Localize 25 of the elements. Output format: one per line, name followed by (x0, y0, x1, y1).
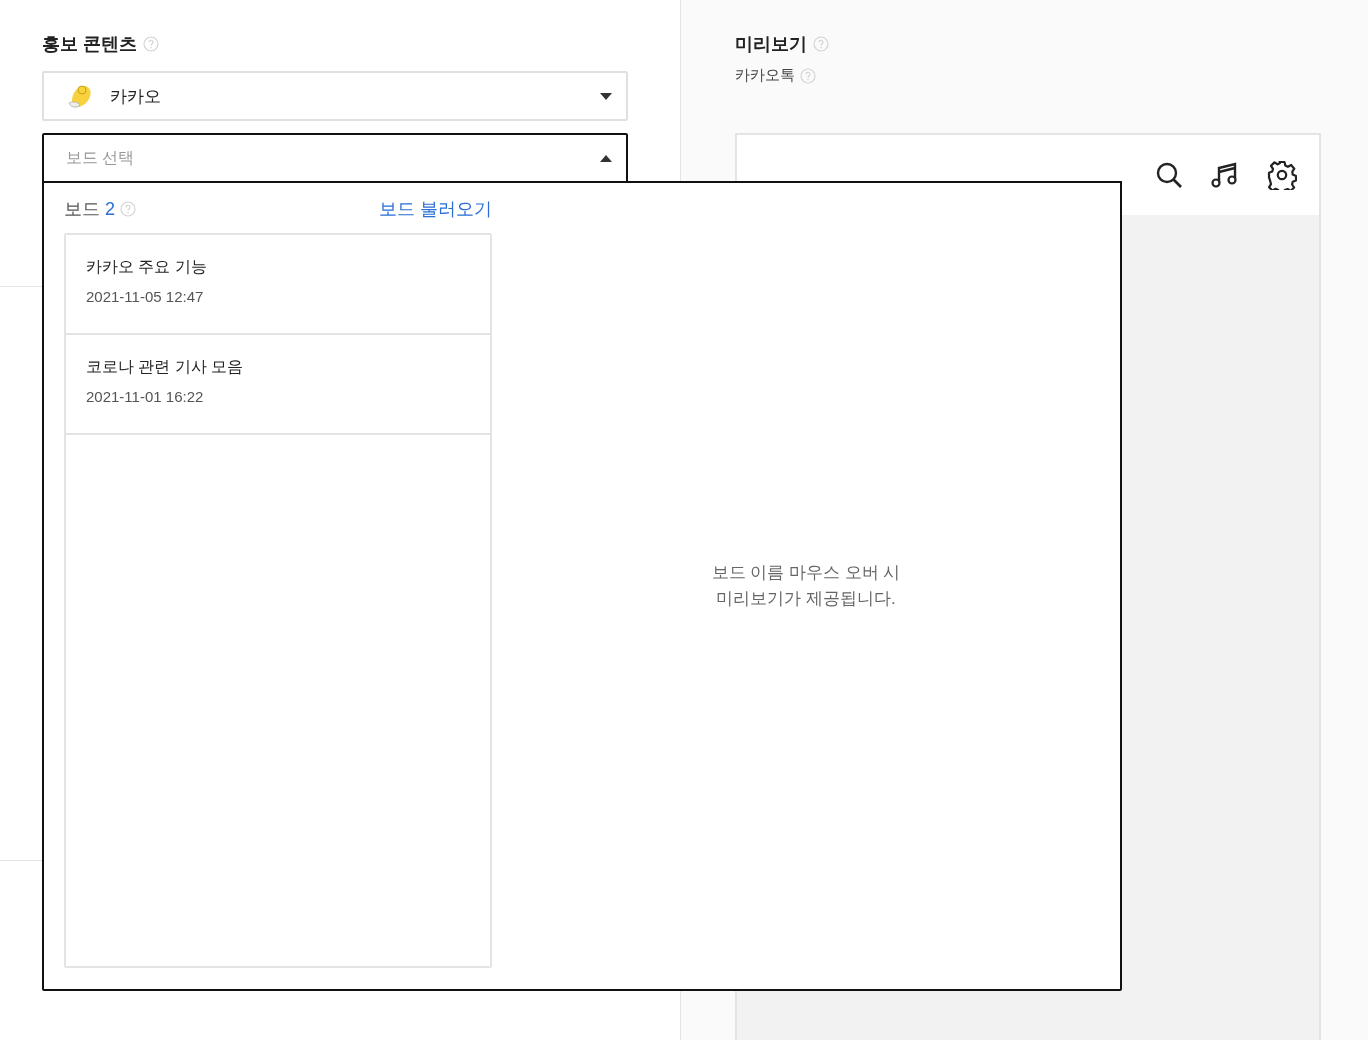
search-icon[interactable] (1155, 161, 1183, 189)
section-title: 홍보 콘텐츠 (42, 33, 137, 56)
preview-title: 미리보기 (735, 33, 807, 56)
settings-icon[interactable] (1267, 160, 1297, 190)
board-name: 코로나 관련 기사 모음 (86, 357, 244, 377)
board-count: 2 (105, 198, 115, 220)
preview-hint: 보드 이름 마우스 오버 시 미리보기가 제공됩니다. (711, 561, 901, 610)
board-label: 보드 (64, 198, 100, 221)
music-note-icon[interactable] (1211, 161, 1239, 189)
board-item[interactable]: 코로나 관련 기사 모음 2021-11-01 16:22 (66, 335, 490, 435)
help-icon[interactable] (120, 201, 136, 217)
help-icon[interactable] (800, 67, 816, 84)
board-placeholder: 보드 선택 (66, 147, 136, 168)
caret-icon (600, 92, 612, 100)
load-board-link[interactable]: 보드 불러오기 (379, 197, 492, 221)
board-date: 2021-11-01 16:22 (86, 388, 204, 405)
board-item[interactable]: 카카오 주요 기능 2021-11-05 12:47 (66, 235, 490, 335)
channel-select[interactable]: 카카오 (42, 71, 628, 121)
platform-label: 카카오톡 (735, 66, 795, 85)
board-name: 카카오 주요 기능 (86, 257, 207, 277)
help-icon[interactable] (813, 36, 829, 52)
help-icon[interactable] (143, 36, 159, 52)
caret-icon (600, 154, 612, 162)
channel-value: 카카오 (110, 85, 162, 108)
board-date: 2021-11-05 12:47 (86, 288, 204, 305)
